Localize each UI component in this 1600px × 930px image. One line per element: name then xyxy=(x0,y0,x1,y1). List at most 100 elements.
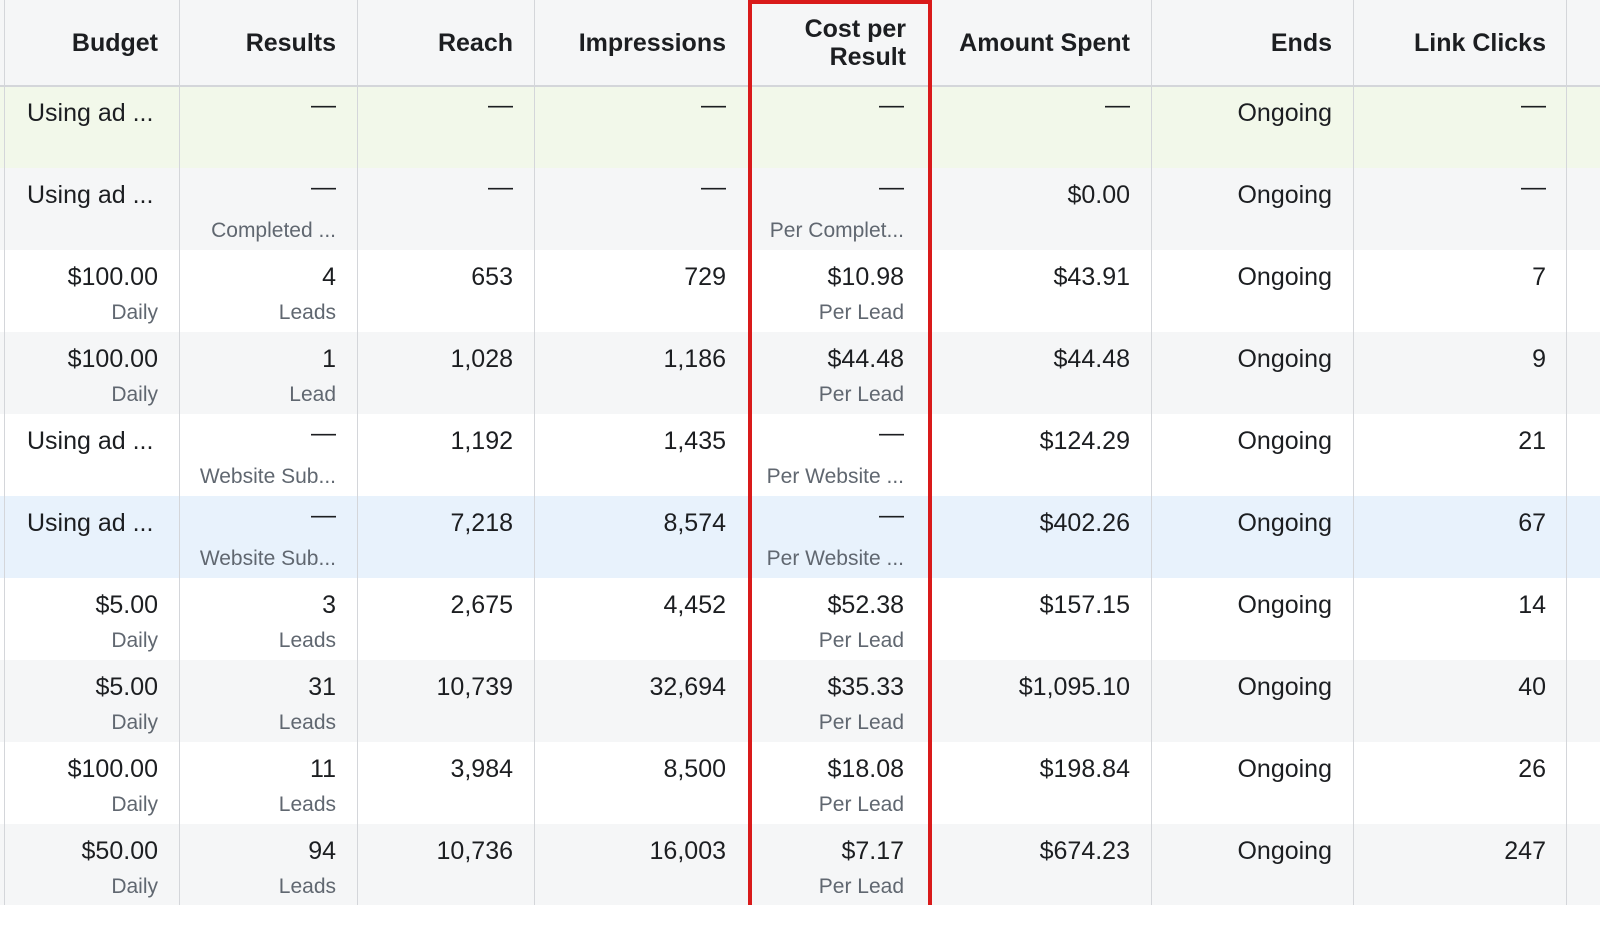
cell-reach: 3,984 xyxy=(358,742,535,824)
column-divider[interactable] xyxy=(1566,0,1567,930)
spent-value: $157.15 xyxy=(1039,591,1130,619)
cell-spent: $157.15 xyxy=(928,578,1152,660)
cell-budget: $100.00 Daily xyxy=(0,250,180,332)
ends-value: Ongoing xyxy=(1237,263,1332,291)
header-clicks[interactable]: Link Clicks xyxy=(1354,0,1546,85)
cell-ends: Ongoing xyxy=(1152,332,1354,414)
cell-clicks: 7 xyxy=(1354,250,1568,332)
header-results[interactable]: Results xyxy=(180,0,336,85)
cost-subtext: Per Lead xyxy=(818,383,904,406)
cost-value: — xyxy=(879,501,904,529)
reach-value: 7,218 xyxy=(450,509,513,537)
table-row[interactable]: Using ad ... — Website Sub... 1,192 1,435 — Pe… xyxy=(0,414,1600,496)
cell-budget: Using ad ... xyxy=(0,414,180,496)
cell-results: 31 Leads xyxy=(180,660,358,742)
cell-reach: — xyxy=(358,86,535,168)
cell-budget: Using ad ... xyxy=(0,168,180,250)
table-row[interactable]: $100.00 Daily 11 Leads 3,984 8,500 $18.08 Per L… xyxy=(0,742,1600,824)
cell-impressions: — xyxy=(535,168,748,250)
cell-impressions: 729 xyxy=(535,250,748,332)
cell-ends: Ongoing xyxy=(1152,660,1354,742)
results-subtext: Leads xyxy=(278,875,336,898)
ends-value: Ongoing xyxy=(1237,509,1332,537)
cost-value: $10.98 xyxy=(827,263,904,291)
results-value: 11 xyxy=(310,755,336,783)
cost-value: — xyxy=(879,173,904,201)
spent-value: $44.48 xyxy=(1053,345,1130,373)
header-reach[interactable]: Reach xyxy=(358,0,513,85)
reach-value: 10,739 xyxy=(436,673,513,701)
table-row[interactable]: Using ad ... — Completed ... — — — Per Complet… xyxy=(0,168,1600,250)
results-subtext: Leads xyxy=(278,711,336,734)
clicks-value: 40 xyxy=(1518,673,1546,701)
cell-ends: Ongoing xyxy=(1152,578,1354,660)
column-divider[interactable] xyxy=(4,0,5,930)
cell-reach: 653 xyxy=(358,250,535,332)
table-row[interactable]: $5.00 Daily 3 Leads 2,675 4,452 $52.38 Per Lead… xyxy=(0,578,1600,660)
cell-results: 1 Lead xyxy=(180,332,358,414)
header-cost[interactable]: Cost per Result xyxy=(748,0,906,85)
results-subtext: Leads xyxy=(278,301,336,324)
ends-value: Ongoing xyxy=(1237,99,1332,127)
impressions-value: 8,574 xyxy=(663,509,726,537)
reach-value: 653 xyxy=(471,263,513,291)
cell-budget: $100.00 Daily xyxy=(0,332,180,414)
table-row[interactable]: Using ad ... — — — — — Ongoing — xyxy=(0,86,1600,168)
cell-spent: — xyxy=(928,86,1152,168)
table-row[interactable]: $100.00 Daily 4 Leads 653 729 $10.98 Per Lead $4… xyxy=(0,250,1600,332)
results-value: 3 xyxy=(322,591,336,619)
clicks-value: 21 xyxy=(1518,427,1546,455)
budget-subtext: Daily xyxy=(111,383,158,406)
budget-subtext: Daily xyxy=(111,711,158,734)
ends-value: Ongoing xyxy=(1237,837,1332,865)
cell-clicks: 67 xyxy=(1354,496,1568,578)
ends-value: Ongoing xyxy=(1237,755,1332,783)
cell-results: — Website Sub... xyxy=(180,496,358,578)
header-ends[interactable]: Ends xyxy=(1152,0,1332,85)
cell-budget: $100.00 Daily xyxy=(0,742,180,824)
cell-results: — Completed ... xyxy=(180,168,358,250)
reach-value: 10,736 xyxy=(436,837,513,865)
column-divider[interactable] xyxy=(179,0,180,930)
header-spent[interactable]: Amount Spent xyxy=(928,0,1130,85)
clicks-value: 247 xyxy=(1504,837,1546,865)
column-divider[interactable] xyxy=(534,0,535,930)
column-divider[interactable] xyxy=(1151,0,1152,930)
spent-value: $0.00 xyxy=(1067,181,1130,209)
budget-value: $5.00 xyxy=(95,591,158,619)
spent-value: $402.26 xyxy=(1039,509,1130,537)
impressions-value: 4,452 xyxy=(663,591,726,619)
impressions-value: 1,186 xyxy=(663,345,726,373)
budget-subtext: Daily xyxy=(111,629,158,652)
header-impressions[interactable]: Impressions xyxy=(535,0,726,85)
header-budget[interactable]: Budget xyxy=(0,0,158,85)
budget-value: Using ad ... xyxy=(27,427,154,455)
budget-value: Using ad ... xyxy=(27,181,154,209)
cell-impressions: — xyxy=(535,86,748,168)
cell-ends: Ongoing xyxy=(1152,250,1354,332)
clicks-value: 14 xyxy=(1518,591,1546,619)
cell-spent: $674.23 xyxy=(928,824,1152,906)
impressions-value: 729 xyxy=(684,263,726,291)
budget-value: $100.00 xyxy=(67,345,158,373)
ads-results-table: Using ad ... — — — — — Ongoing — Using ad ... — Co… xyxy=(0,0,1600,930)
ends-value: Ongoing xyxy=(1237,181,1332,209)
table-row[interactable]: $5.00 Daily 31 Leads 10,739 32,694 $35.33 Per L… xyxy=(0,660,1600,742)
reach-value: 3,984 xyxy=(450,755,513,783)
cell-results: — Website Sub... xyxy=(180,414,358,496)
results-value: 4 xyxy=(322,263,336,291)
cost-subtext: Per Lead xyxy=(818,711,904,734)
clicks-value: 9 xyxy=(1532,345,1546,373)
clicks-value: — xyxy=(1521,173,1546,201)
cell-impressions: 16,003 xyxy=(535,824,748,906)
table-row[interactable]: $50.00 Daily 94 Leads 10,736 16,003 $7.17 Per L… xyxy=(0,824,1600,906)
table-row[interactable]: Using ad ... — Website Sub... 7,218 8,574 — Pe… xyxy=(0,496,1600,578)
column-divider[interactable] xyxy=(1353,0,1354,930)
table-row[interactable]: $100.00 Daily 1 Lead 1,028 1,186 $44.48 Per Lea… xyxy=(0,332,1600,414)
ends-value: Ongoing xyxy=(1237,427,1332,455)
column-divider[interactable] xyxy=(357,0,358,930)
cell-cost: — Per Website ... xyxy=(748,496,928,578)
impressions-value: 8,500 xyxy=(663,755,726,783)
cell-impressions: 8,500 xyxy=(535,742,748,824)
cell-cost: — xyxy=(748,86,928,168)
